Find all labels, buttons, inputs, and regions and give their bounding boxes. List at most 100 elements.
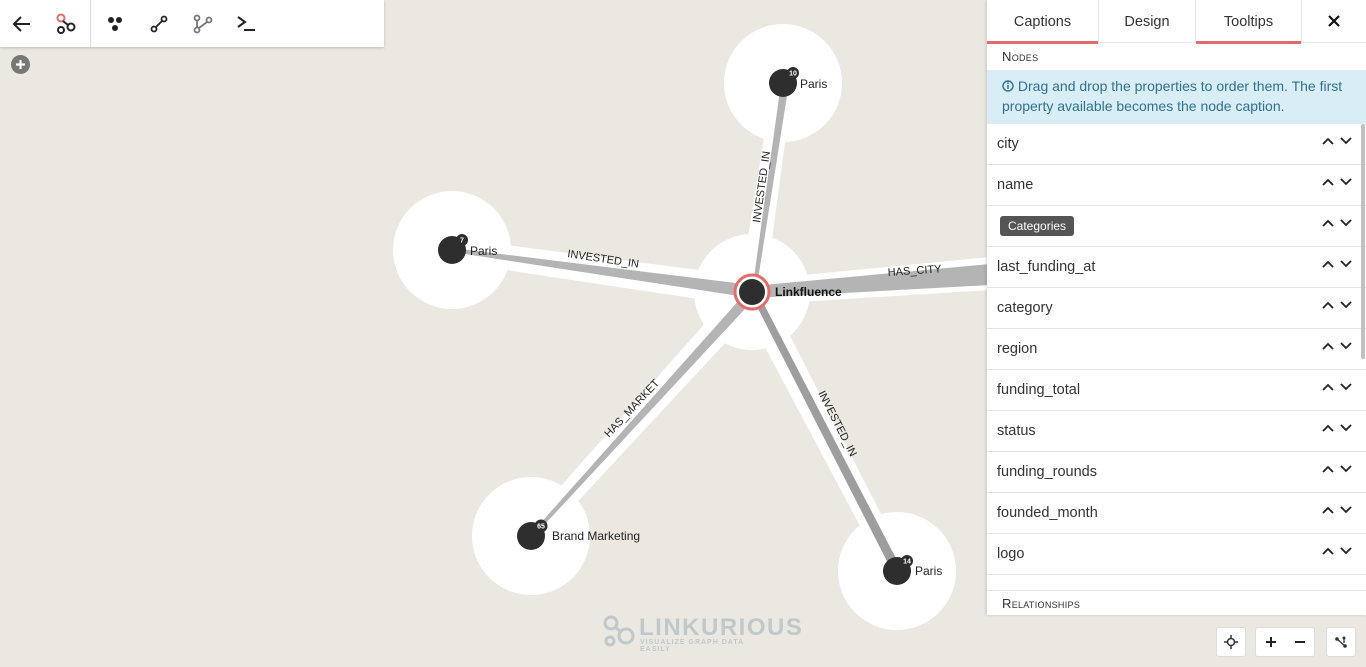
reorder-controls: [1322, 383, 1352, 391]
terminal-button[interactable]: [225, 0, 269, 47]
chevron-down-icon[interactable]: [1340, 178, 1352, 186]
layout-icon: [1335, 636, 1347, 648]
chevron-up-icon[interactable]: [1322, 301, 1334, 309]
edge-has-market[interactable]: [530, 289, 757, 538]
info-message: Drag and drop the properties to order th…: [987, 70, 1366, 124]
edge-invested-in-bottom[interactable]: [750, 289, 902, 573]
node-badge-count: 14: [903, 559, 911, 566]
linkurious-logo-icon: [603, 615, 635, 647]
property-row[interactable]: status: [987, 411, 1366, 452]
info-icon: [1002, 80, 1014, 92]
top-toolbar: [0, 0, 384, 47]
back-arrow-icon: [12, 15, 30, 32]
relationships-section-title: Relationships: [987, 590, 1366, 615]
info-text: Drag and drop the properties to order th…: [1002, 78, 1343, 114]
property-row[interactable]: region: [987, 329, 1366, 370]
chevron-up-icon[interactable]: [1322, 260, 1334, 268]
edge-button[interactable]: [137, 0, 181, 47]
graph-view-button[interactable]: [44, 0, 88, 47]
property-label: logo: [997, 546, 1025, 562]
nodes-button[interactable]: [93, 0, 137, 47]
layout-button[interactable]: [1326, 627, 1356, 657]
path-icon: [193, 14, 213, 33]
property-label: funding_total: [997, 382, 1081, 398]
chevron-down-icon[interactable]: [1340, 219, 1352, 227]
property-row[interactable]: last_funding_at: [987, 247, 1366, 288]
property-label: funding_rounds: [997, 464, 1097, 480]
property-row[interactable]: funding_rounds: [987, 452, 1366, 493]
zoom-in-button[interactable]: [1256, 636, 1285, 648]
chevron-up-icon[interactable]: [1322, 137, 1334, 145]
node-label: Linkfluence: [775, 285, 842, 299]
crosshair-icon: [1224, 635, 1238, 649]
styles-panel: Captions Design Tooltips Nodes Drag and …: [987, 0, 1366, 615]
reorder-controls: [1322, 219, 1352, 227]
chevron-down-icon[interactable]: [1340, 137, 1352, 145]
node-linkfluence[interactable]: [739, 279, 765, 305]
chevron-up-icon[interactable]: [1322, 465, 1334, 473]
property-row[interactable]: funding_total: [987, 370, 1366, 411]
chevron-up-icon[interactable]: [1322, 383, 1334, 391]
property-row[interactable]: Categories: [987, 206, 1366, 247]
property-label: category: [997, 300, 1053, 316]
toolbar-divider: [90, 0, 91, 47]
chevron-down-icon[interactable]: [1340, 260, 1352, 268]
tab-design[interactable]: Design: [1099, 0, 1196, 43]
graph-icon: [56, 13, 76, 34]
property-label: last_funding_at: [997, 259, 1096, 275]
tab-captions[interactable]: Captions: [987, 0, 1099, 44]
node-badge-count: 65: [537, 524, 545, 531]
add-node-button[interactable]: [11, 55, 30, 74]
node-badge-count: 7: [460, 238, 464, 245]
chevron-up-icon[interactable]: [1322, 178, 1334, 186]
chevron-down-icon[interactable]: [1340, 383, 1352, 391]
chevron-down-icon[interactable]: [1340, 301, 1352, 309]
reorder-controls: [1322, 260, 1352, 268]
chevron-up-icon[interactable]: [1322, 506, 1334, 514]
property-list[interactable]: city name Categories last_funding_atcategor…: [987, 124, 1366, 575]
reorder-controls: [1322, 424, 1352, 432]
chevron-up-icon[interactable]: [1322, 424, 1334, 432]
chevron-down-icon[interactable]: [1340, 342, 1352, 350]
linkurious-watermark: LINKURIOUS VISUALIZE GRAPH DATA EASILY: [602, 612, 802, 653]
chevron-down-icon[interactable]: [1340, 465, 1352, 473]
property-row[interactable]: founded_month: [987, 493, 1366, 534]
watermark-tagline: VISUALIZE GRAPH DATA EASILY: [640, 639, 744, 653]
property-label: region: [997, 341, 1038, 357]
property-label: founded_month: [997, 505, 1098, 521]
property-row[interactable]: category: [987, 288, 1366, 329]
reorder-controls: [1322, 301, 1352, 309]
plus-icon: [16, 60, 25, 69]
chevron-up-icon[interactable]: [1322, 219, 1334, 227]
chevron-down-icon[interactable]: [1340, 547, 1352, 555]
property-label: status: [997, 423, 1036, 439]
property-label: Categories: [1000, 216, 1075, 236]
edge-icon: [150, 15, 168, 32]
close-panel-button[interactable]: [1302, 0, 1366, 42]
node-label: Paris: [470, 244, 497, 258]
back-button[interactable]: [0, 0, 44, 47]
zoom-out-button[interactable]: [1285, 636, 1314, 648]
property-row[interactable]: logo: [987, 534, 1366, 575]
close-icon: [1328, 15, 1340, 27]
reorder-controls: [1322, 547, 1352, 555]
reorder-controls: [1322, 137, 1352, 145]
center-graph-button[interactable]: [1216, 627, 1246, 657]
reorder-controls: [1322, 178, 1352, 186]
property-row[interactable]: city: [987, 124, 1366, 165]
watermark-brand: LINKURIOUS: [639, 614, 804, 641]
tab-tooltips[interactable]: Tooltips: [1196, 0, 1302, 44]
scrollbar[interactable]: [1361, 124, 1365, 359]
node-label: Paris: [915, 564, 942, 578]
chevron-down-icon[interactable]: [1340, 506, 1352, 514]
plus-icon: [1265, 637, 1276, 647]
path-button[interactable]: [181, 0, 225, 47]
chevron-up-icon[interactable]: [1322, 342, 1334, 350]
chevron-up-icon[interactable]: [1322, 547, 1334, 555]
node-badge-count: 10: [789, 71, 797, 78]
reorder-controls: [1322, 506, 1352, 514]
property-label: city: [997, 136, 1019, 152]
nodes-section-title: Nodes: [1002, 49, 1039, 64]
property-row[interactable]: name: [987, 165, 1366, 206]
chevron-down-icon[interactable]: [1340, 424, 1352, 432]
